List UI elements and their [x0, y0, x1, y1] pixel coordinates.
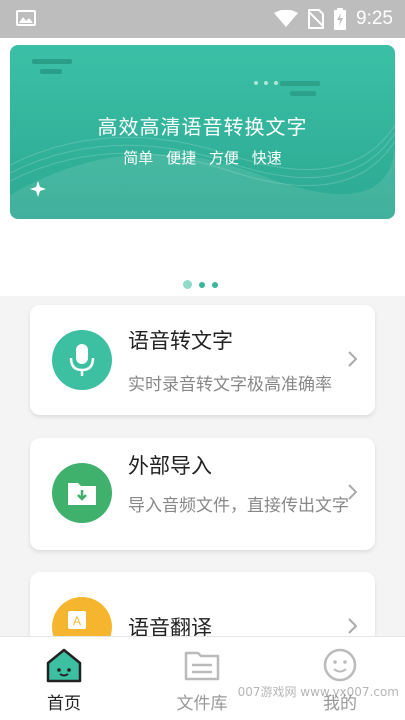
banner-tags: 简单 便捷 方便 快速: [10, 147, 395, 168]
banner-tag: 方便: [208, 149, 239, 167]
chevron-right-icon: [348, 618, 357, 634]
wifi-icon: [274, 10, 299, 27]
microphone-icon: [52, 330, 112, 390]
gallery-icon: [16, 10, 36, 26]
feature-title: 外部导入: [128, 454, 212, 478]
feature-card-external-import[interactable]: 外部导入 导入音频文件，直接传出文字: [30, 438, 375, 550]
bottom-tab-bar: 首页 文件库 我的 007游戏网 www.yx007.com: [0, 636, 405, 720]
chevron-right-icon: [348, 351, 357, 367]
smiley-icon: [323, 648, 357, 682]
carousel-dot[interactable]: [199, 281, 205, 288]
carousel-indicator: [183, 280, 218, 289]
feature-title: 语音转文字: [128, 329, 233, 353]
feature-card-speech-to-text[interactable]: 语音转文字 实时录音转文字极高准确率: [30, 305, 375, 415]
carousel-dot[interactable]: [212, 281, 218, 288]
tab-file-library[interactable]: 文件库: [152, 637, 252, 720]
status-time: 9:25: [356, 8, 393, 29]
banner-title: 高效高清语音转换文字: [97, 115, 308, 139]
svg-text:A: A: [73, 614, 81, 628]
feature-description: 导入音频文件，直接传出文字: [128, 496, 349, 516]
tab-home[interactable]: 首页: [14, 637, 114, 720]
tab-label: 首页: [47, 694, 81, 714]
watermark: 007游戏网 www.yx007.com: [237, 685, 399, 699]
banner-tag: 简单: [123, 149, 154, 167]
file-library-icon: [184, 651, 220, 681]
banner-area: 高效高清语音转换文字 简单 便捷 方便 快速: [0, 38, 405, 296]
promo-banner[interactable]: 高效高清语音转换文字 简单 便捷 方便 快速: [10, 45, 395, 219]
feature-description: 实时录音转文字极高准确率: [128, 375, 332, 395]
banner-tag: 便捷: [166, 149, 197, 167]
home-icon: [46, 648, 82, 683]
folder-import-icon: [52, 463, 112, 523]
battery-charging-icon: [334, 8, 347, 30]
chevron-right-icon: [348, 484, 357, 500]
tab-profile[interactable]: 我的: [290, 637, 390, 720]
banner-tag: 快速: [251, 149, 282, 167]
carousel-dot-active[interactable]: [183, 280, 192, 289]
status-bar: 9:25: [0, 0, 405, 38]
no-sim-icon: [308, 9, 325, 29]
